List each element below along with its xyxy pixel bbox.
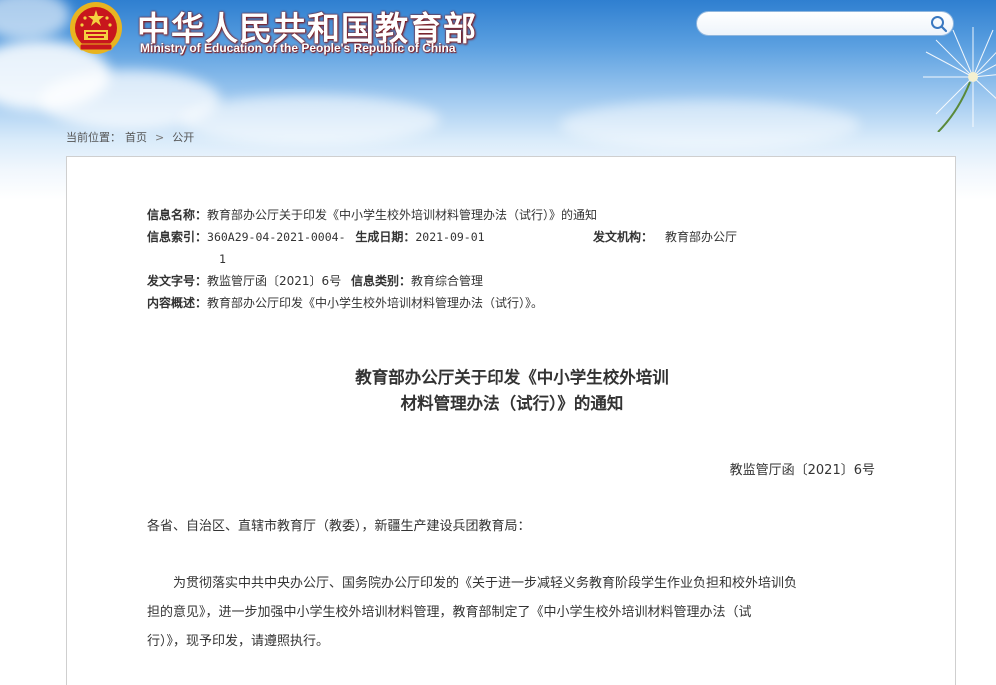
document-addressee: 各省、自治区、直辖市教育厅（教委），新疆生产建设兵团教育局： [147, 519, 531, 534]
cloud-decoration [560, 100, 860, 150]
body-line: 担的意见》，进一步加强中小学生校外培训材料管理，教育部制定了《中小学生校外培训材… [147, 605, 752, 620]
document-body-paragraph: 为贯彻落实中共中央办公厅、国务院办公厅印发的《关于进一步减轻义务教育阶段学生作业… [147, 569, 877, 656]
meta-category-value: 教育综合管理 [411, 274, 484, 288]
cloud-decoration [180, 95, 440, 145]
meta-index-value: 360A29-04-2021-0004- [207, 230, 346, 244]
meta-docno-value: 教监管厅函〔2021〕6号 [207, 274, 342, 288]
document-metadata: 信息名称：教育部办公厅关于印发《中小学生校外培训材料管理办法（试行）》的通知 信… [147, 204, 737, 314]
breadcrumb-home-link[interactable]: 首页 [125, 131, 147, 144]
meta-name-value: 教育部办公厅关于印发《中小学生校外培训材料管理办法（试行）》的通知 [207, 208, 598, 222]
meta-date-label: 生成日期： [355, 230, 416, 244]
meta-row-index: 信息索引：360A29-04-2021-0004- 生成日期：2021-09-0… [147, 226, 737, 248]
search-input[interactable] [707, 15, 921, 34]
breadcrumb: 当前位置： 首页 > 公开 [66, 129, 194, 145]
document-title-line: 材料管理办法（试行）》的通知 [400, 394, 624, 413]
content-panel: 信息名称：教育部办公厅关于印发《中小学生校外培训材料管理办法（试行）》的通知 信… [66, 156, 956, 685]
meta-row-index-cont: 1 [147, 248, 597, 270]
site-subtitle: Ministry of Education of the People's Re… [140, 41, 456, 55]
meta-row-name: 信息名称：教育部办公厅关于印发《中小学生校外培训材料管理办法（试行）》的通知 [147, 204, 597, 226]
search-box [696, 11, 954, 36]
meta-summary-value: 教育部办公厅印发《中小学生校外培训材料管理办法（试行）》。 [207, 296, 544, 310]
breadcrumb-label: 当前位置： [66, 131, 121, 144]
meta-name-label: 信息名称： [147, 208, 208, 222]
document-number: 教监管厅函〔2021〕6号 [729, 463, 875, 478]
meta-docno-label: 发文字号： [147, 274, 208, 288]
body-line: 行）》，现予印发，请遵照执行。 [147, 634, 330, 649]
document-title-line: 教育部办公厅关于印发《中小学生校外培训 [355, 368, 669, 387]
meta-row-docno: 发文字号：教监管厅函〔2021〕6号 信息类别：教育综合管理 [147, 270, 597, 292]
meta-index-label: 信息索引： [147, 230, 208, 244]
document-title: 教育部办公厅关于印发《中小学生校外培训 材料管理办法（试行）》的通知 [67, 365, 957, 417]
meta-summary-label: 内容概述： [147, 296, 208, 310]
cloud-decoration [0, 0, 70, 40]
meta-index-value-cont: 1 [219, 252, 226, 266]
breadcrumb-separator: > [155, 131, 165, 144]
breadcrumb-current-link[interactable]: 公开 [172, 131, 194, 144]
meta-row-summary: 内容概述：教育部办公厅印发《中小学生校外培训材料管理办法（试行）》。 [147, 292, 597, 314]
meta-category-label: 信息类别： [351, 274, 412, 288]
search-icon[interactable] [930, 15, 948, 33]
meta-date-value: 2021-09-01 [415, 230, 485, 244]
dandelion-decoration [923, 27, 996, 132]
page: 中华人民共和国教育部 Ministry of Education of the … [0, 0, 996, 685]
national-emblem-icon [70, 2, 122, 54]
body-line: 为贯彻落实中共中央办公厅、国务院办公厅印发的《关于进一步减轻义务教育阶段学生作业… [147, 576, 798, 591]
meta-issuer-value: 教育部办公厅 [665, 230, 738, 244]
meta-issuer-label: 发文机构： [593, 230, 654, 244]
